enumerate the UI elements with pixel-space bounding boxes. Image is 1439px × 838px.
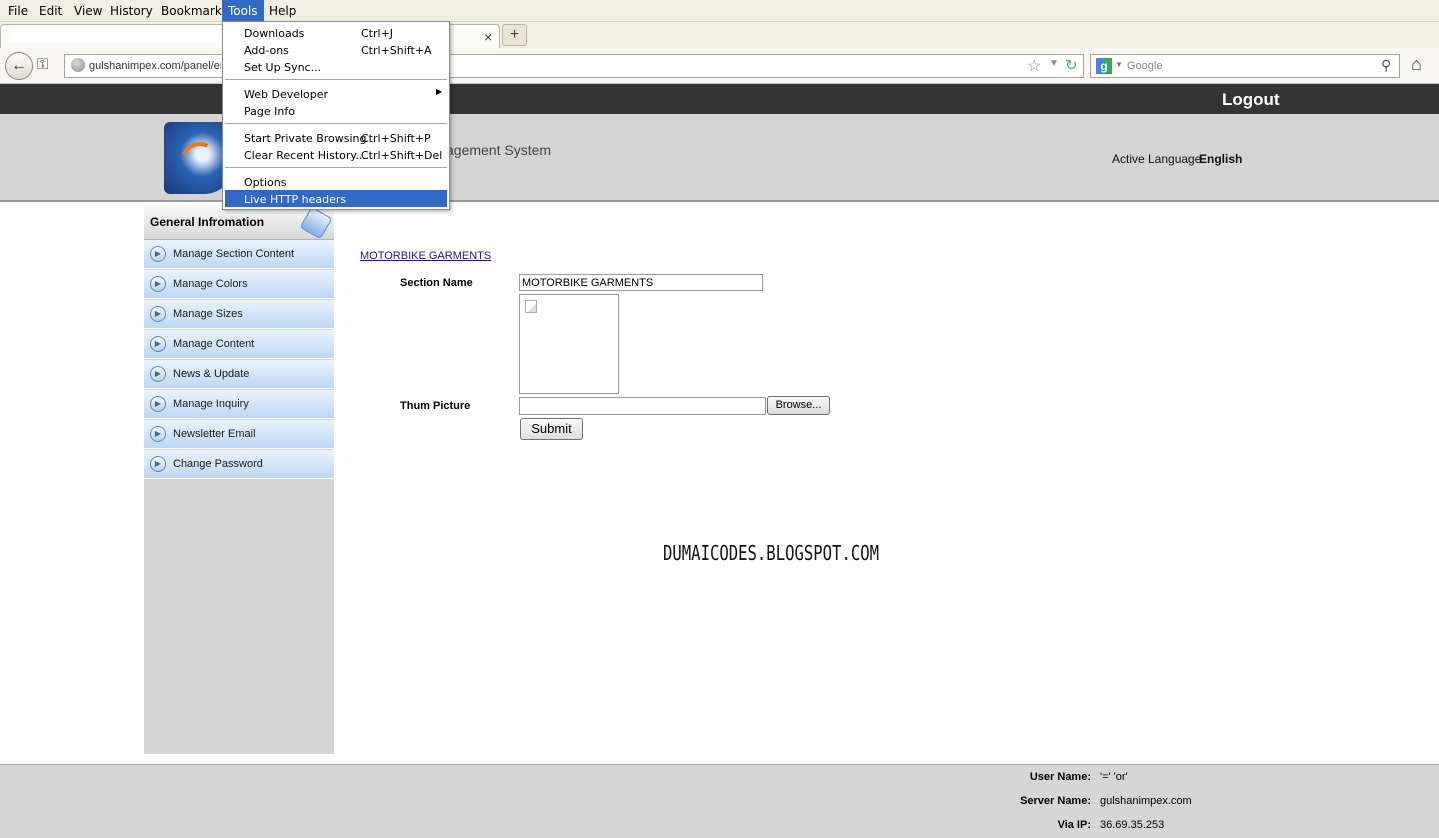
menu-separator bbox=[225, 167, 447, 168]
url-bar[interactable]: gulshanimpex.com/panel/en ☆ ▼ ↻ bbox=[64, 54, 1084, 78]
sidebar-item-label: Manage Section Content bbox=[173, 248, 295, 260]
reload-icon[interactable]: ↻ bbox=[1065, 56, 1078, 74]
menu-view[interactable]: View bbox=[74, 4, 102, 18]
browser-menubar: File Edit View History Bookmarks Tools H… bbox=[0, 0, 1439, 22]
thumb-file-input[interactable] bbox=[519, 397, 766, 415]
sidebar-item-label: Newsletter Email bbox=[173, 428, 256, 440]
navigation-bar: ← ⚿ gulshanimpex.com/panel/en ☆ ▼ ↻ g ▼ … bbox=[0, 48, 1439, 84]
section-name-label: Section Name bbox=[400, 277, 473, 289]
menu-item-page-info[interactable]: Page Info bbox=[225, 102, 447, 119]
star-icon[interactable]: ☆ bbox=[1027, 56, 1041, 76]
sidebar-item-change-password[interactable]: ▶ Change Password bbox=[144, 450, 334, 479]
menu-edit[interactable]: Edit bbox=[39, 4, 62, 18]
active-language-value: English bbox=[1199, 152, 1243, 166]
sidebar-item-label: Change Password bbox=[173, 458, 263, 470]
via-ip-label: Via IP: bbox=[1057, 819, 1091, 831]
sidebar-item-label: Manage Colors bbox=[173, 278, 248, 290]
tools-dropdown-menu: Downloads Ctrl+J Add-ons Ctrl+Shift+A Set … bbox=[222, 21, 450, 210]
sidebar-item-newsletter-email[interactable]: ▶ Newsletter Email bbox=[144, 420, 334, 449]
globe-icon bbox=[71, 58, 85, 72]
tab-title-redacted bbox=[9, 28, 219, 42]
sidebar-item-label: Manage Inquiry bbox=[173, 398, 249, 410]
close-tab-icon[interactable]: × bbox=[484, 29, 492, 45]
server-name-label: Server Name: bbox=[1020, 795, 1091, 807]
sidebar-item-manage-section-content[interactable]: ▶ Manage Section Content bbox=[144, 240, 334, 269]
menu-item-options[interactable]: Options bbox=[225, 173, 447, 190]
back-arrow-icon[interactable]: ← bbox=[5, 52, 33, 80]
admin-top-bar: Logout bbox=[0, 84, 1439, 114]
browse-button[interactable]: Browse... bbox=[767, 396, 830, 415]
logo-swoosh bbox=[174, 136, 226, 188]
tab-strip: × bbox=[0, 22, 1439, 48]
dropdown-icon[interactable]: ▼ bbox=[1049, 58, 1059, 69]
broken-image-icon bbox=[525, 300, 537, 313]
sidebar-gem-icon bbox=[299, 206, 333, 240]
site-header: agement System Active Language English bbox=[0, 114, 1439, 202]
sidebar-title: General Infromation bbox=[150, 215, 265, 229]
user-name-label: User Name: bbox=[1029, 771, 1091, 783]
home-icon[interactable]: ⌂ bbox=[1411, 54, 1422, 75]
watermark-text: DUMAICODES.BLOGSPOT.COM bbox=[663, 541, 880, 565]
thumb-picture-label: Thum Picture bbox=[400, 400, 471, 412]
menu-item-live-http-headers[interactable]: Live HTTP headers bbox=[225, 190, 447, 207]
sidebar-item-manage-inquiry[interactable]: ▶ Manage Inquiry bbox=[144, 390, 334, 419]
magnifier-icon[interactable]: ⚲ bbox=[1381, 57, 1391, 74]
menu-bookmarks[interactable]: Bookmarks bbox=[161, 4, 228, 18]
arrow-right-icon: ▶ bbox=[150, 456, 166, 472]
menu-separator bbox=[225, 123, 447, 124]
user-name-value: '=' 'or' bbox=[1100, 771, 1128, 783]
google-icon[interactable]: g bbox=[1096, 58, 1112, 74]
menu-item-set-up-sync[interactable]: Set Up Sync... bbox=[225, 58, 447, 75]
menu-tools[interactable]: Tools bbox=[222, 0, 264, 22]
arrow-right-icon: ▶ bbox=[150, 336, 166, 352]
sidebar-item-news-update[interactable]: ▶ News & Update bbox=[144, 360, 334, 389]
menu-help[interactable]: Help bbox=[269, 4, 296, 18]
via-ip-value: 36.69.35.253 bbox=[1100, 819, 1165, 831]
menu-item-private-browsing[interactable]: Start Private Browsing Ctrl+Shift+P bbox=[225, 129, 447, 146]
menu-item-clear-history[interactable]: Clear Recent History... Ctrl+Shift+Del bbox=[225, 146, 447, 163]
sidebar-item-label: News & Update bbox=[173, 368, 250, 380]
logout-link[interactable]: Logout bbox=[1222, 90, 1280, 110]
submit-button[interactable]: Submit bbox=[520, 418, 583, 440]
search-engine-dropdown-icon[interactable]: ▼ bbox=[1115, 60, 1123, 69]
new-tab-button[interactable]: + bbox=[502, 24, 527, 46]
menu-separator bbox=[225, 79, 447, 80]
sidebar: General Infromation ▶ Manage Section Cont… bbox=[144, 206, 334, 754]
site-title: agement System bbox=[446, 142, 552, 158]
arrow-right-icon: ▶ bbox=[150, 366, 166, 382]
thumbnail-preview bbox=[519, 294, 619, 394]
site-footer: User Name: '=' 'or' Server Name: gulshan… bbox=[0, 764, 1439, 838]
arrow-right-icon: ▶ bbox=[150, 246, 166, 262]
server-name-value: gulshanimpex.com bbox=[1100, 795, 1192, 807]
sidebar-item-manage-content[interactable]: ▶ Manage Content bbox=[144, 330, 334, 359]
sidebar-item-manage-sizes[interactable]: ▶ Manage Sizes bbox=[144, 300, 334, 329]
breadcrumb-link[interactable]: MOTORBIKE GARMENTS bbox=[360, 250, 491, 262]
url-text[interactable]: gulshanimpex.com/panel/en bbox=[89, 60, 221, 72]
arrow-right-icon: ▶ bbox=[150, 426, 166, 442]
menu-item-web-developer[interactable]: Web Developer ▶ bbox=[225, 85, 447, 102]
menu-item-downloads[interactable]: Downloads Ctrl+J bbox=[225, 24, 447, 41]
search-bar[interactable]: g ▼ Google ⚲ bbox=[1090, 54, 1400, 78]
submenu-arrow-icon: ▶ bbox=[436, 87, 443, 96]
arrow-right-icon: ▶ bbox=[150, 276, 166, 292]
active-language-label: Active Language bbox=[1112, 152, 1202, 166]
section-name-input[interactable] bbox=[519, 274, 763, 291]
sidebar-header: General Infromation bbox=[144, 206, 334, 240]
arrow-right-icon: ▶ bbox=[150, 306, 166, 322]
sidebar-item-label: Manage Sizes bbox=[173, 308, 243, 320]
menu-history[interactable]: History bbox=[110, 4, 153, 18]
search-placeholder[interactable]: Google bbox=[1127, 60, 1162, 72]
key-icon[interactable]: ⚿ bbox=[37, 56, 48, 73]
arrow-right-icon: ▶ bbox=[150, 396, 166, 412]
sidebar-item-manage-colors[interactable]: ▶ Manage Colors bbox=[144, 270, 334, 299]
menu-file[interactable]: File bbox=[8, 4, 28, 18]
menu-item-add-ons[interactable]: Add-ons Ctrl+Shift+A bbox=[225, 41, 447, 58]
sidebar-item-label: Manage Content bbox=[173, 338, 255, 350]
